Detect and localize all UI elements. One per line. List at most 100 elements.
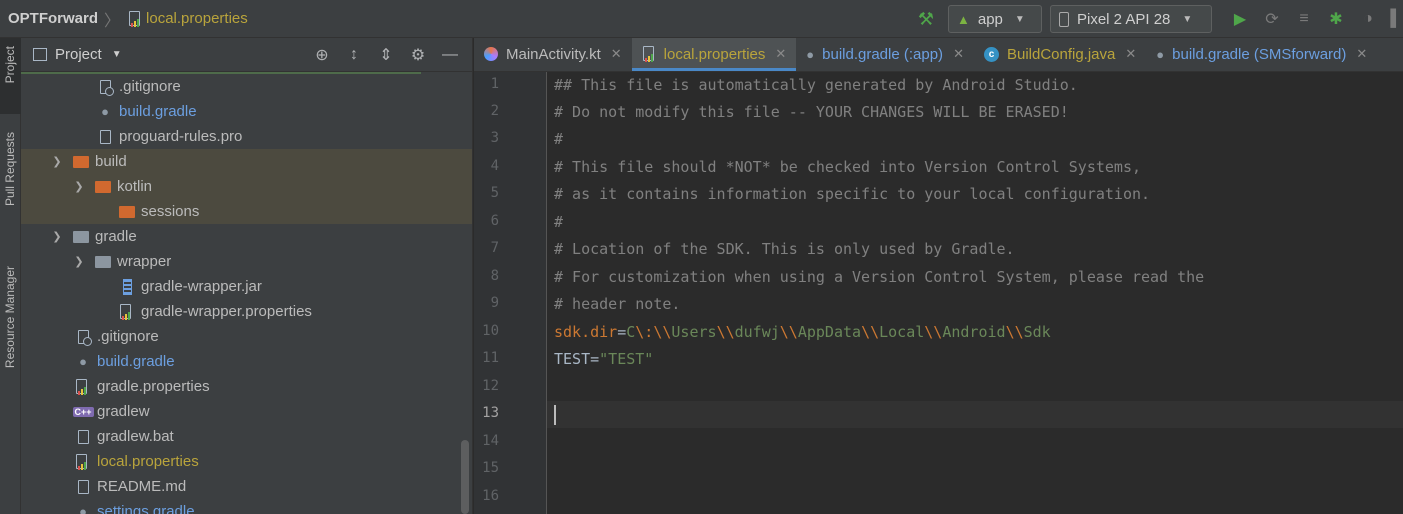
breadcrumb-file[interactable]: local.properties bbox=[146, 10, 248, 27]
editor-tab-mainactivity[interactable]: MainActivity.kt ✕ bbox=[474, 38, 632, 71]
expand-all-icon[interactable]: ↕ bbox=[338, 46, 370, 64]
chevron-down-icon[interactable]: ❯ bbox=[73, 255, 85, 268]
close-icon[interactable]: ✕ bbox=[775, 46, 786, 62]
tool-tab-pull-requests[interactable]: Pull Requests bbox=[0, 124, 21, 234]
chevron-down-icon[interactable]: ▼ bbox=[112, 49, 122, 60]
project-tree: .gitignore ● build.gradle proguard-rules… bbox=[21, 72, 472, 514]
tree-item[interactable]: gradlew.bat bbox=[21, 424, 472, 449]
text-file-icon bbox=[77, 429, 89, 444]
project-view-selector[interactable]: Project bbox=[55, 46, 102, 63]
tree-item[interactable]: gradle-wrapper.jar bbox=[21, 274, 472, 299]
tree-item[interactable]: sessions bbox=[21, 199, 472, 224]
editor-tabs: MainActivity.kt ✕ local.properties ✕ ● b… bbox=[474, 38, 1403, 72]
run-config-dropdown[interactable]: ▲ app ▼ bbox=[948, 5, 1042, 33]
apply-code-changes-icon[interactable]: ≡ bbox=[1293, 8, 1315, 30]
attach-debugger-icon[interactable]: ◑ bbox=[1357, 8, 1379, 30]
tree-item[interactable]: ● build.gradle bbox=[21, 99, 472, 124]
chevron-down-icon[interactable]: ❯ bbox=[51, 230, 63, 243]
code-line: # This file should *NOT* be checked into… bbox=[554, 158, 1141, 176]
locate-target-icon[interactable]: ⊕ bbox=[306, 45, 338, 65]
editor-tab-buildconfig[interactable]: c BuildConfig.java ✕ bbox=[974, 38, 1146, 71]
close-icon[interactable]: ✕ bbox=[1125, 46, 1136, 62]
tree-item[interactable]: proguard-rules.pro bbox=[21, 124, 472, 149]
tree-item[interactable]: .gitignore bbox=[21, 324, 472, 349]
folder-icon bbox=[119, 205, 135, 218]
tree-item[interactable]: README.md bbox=[21, 474, 472, 499]
breadcrumb-project[interactable]: OPTForward bbox=[8, 10, 98, 27]
code-line-current bbox=[547, 401, 1403, 428]
gradle-elephant-icon: ● bbox=[79, 504, 87, 514]
android-icon: ▲ bbox=[957, 11, 970, 27]
tree-item[interactable]: ❯ wrapper bbox=[21, 249, 472, 274]
tree-item[interactable]: C++ gradlew bbox=[21, 399, 472, 424]
chevron-down-icon: ▼ bbox=[1014, 13, 1025, 25]
tree-item[interactable]: local.properties bbox=[21, 449, 472, 474]
folder-icon bbox=[73, 230, 89, 243]
tool-tab-resource-manager[interactable]: Resource Manager bbox=[0, 260, 21, 406]
gitignore-icon bbox=[99, 79, 114, 96]
project-tree-scrollbar[interactable] bbox=[461, 440, 469, 514]
line-number: 8 bbox=[490, 268, 499, 284]
tool-tab-project[interactable]: Project bbox=[0, 38, 21, 114]
gradle-elephant-icon: ● bbox=[1156, 46, 1165, 62]
code-line: # bbox=[554, 213, 564, 231]
properties-file-icon bbox=[642, 46, 656, 62]
run-icon[interactable]: ▶ bbox=[1229, 8, 1251, 30]
code-line: # For customization when using a Version… bbox=[554, 268, 1205, 286]
chevron-down-icon[interactable]: ❯ bbox=[51, 155, 63, 168]
main-toolbar: ⚒ ▲ app ▼ Pixel 2 API 28 ▼ ▶ ⟳ ≡ ✱ ◑ ▌ bbox=[918, 0, 1403, 38]
code-line: ## This file is automatically generated … bbox=[554, 76, 1078, 94]
tree-item[interactable]: ❯ build bbox=[21, 149, 472, 174]
code-area[interactable]: ## This file is automatically generated … bbox=[547, 72, 1403, 514]
close-icon[interactable]: ✕ bbox=[953, 46, 964, 62]
device-dropdown[interactable]: Pixel 2 API 28 ▼ bbox=[1050, 5, 1212, 33]
project-folder-icon bbox=[33, 48, 47, 61]
tree-item[interactable]: ❯ gradle bbox=[21, 224, 472, 249]
chevron-down-icon[interactable]: ❯ bbox=[73, 180, 85, 193]
text-caret bbox=[554, 404, 556, 425]
java-class-icon: c bbox=[983, 46, 999, 62]
more-toolbar-icon[interactable]: ▌ bbox=[1389, 8, 1403, 30]
gear-icon[interactable]: ⚙ bbox=[402, 45, 434, 65]
properties-file-icon bbox=[75, 378, 91, 395]
editor-tab-local-properties[interactable]: local.properties ✕ bbox=[631, 38, 797, 71]
build-hammer-icon[interactable]: ⚒ bbox=[918, 9, 934, 30]
apply-changes-icon[interactable]: ⟳ bbox=[1261, 8, 1283, 30]
collapse-all-icon[interactable]: ⇕ bbox=[370, 45, 402, 65]
line-number: 16 bbox=[482, 488, 499, 504]
line-number: 1 bbox=[490, 76, 499, 92]
jar-file-icon bbox=[122, 278, 132, 295]
text-file-icon bbox=[99, 129, 111, 144]
phone-icon bbox=[1059, 11, 1069, 27]
editor-tab-build-gradle-smsforward[interactable]: ● build.gradle (SMSforward) ✕ bbox=[1146, 38, 1377, 71]
breadcrumb: OPTForward 〉 local.properties bbox=[0, 0, 248, 38]
project-panel-header: Project ▼ ⊕ ↕ ⇕ ⚙ — bbox=[21, 38, 472, 72]
tree-item[interactable]: .gitignore bbox=[21, 74, 472, 99]
folder-icon bbox=[95, 180, 111, 193]
line-number: 5 bbox=[490, 185, 499, 201]
line-number: 2 bbox=[490, 103, 499, 119]
code-line-sdk-dir: sdk.dir=C\:\\Users\\dufwj\\AppData\\Loca… bbox=[554, 323, 1051, 341]
tree-item[interactable]: ● build.gradle bbox=[21, 349, 472, 374]
debug-bug-icon[interactable]: ✱ bbox=[1325, 8, 1347, 30]
breadcrumb-separator-icon: 〉 bbox=[104, 12, 121, 30]
code-line: # bbox=[554, 130, 564, 148]
line-number: 7 bbox=[490, 240, 499, 256]
markdown-file-icon bbox=[77, 479, 89, 494]
tree-item[interactable]: gradle-wrapper.properties bbox=[21, 299, 472, 324]
tree-item[interactable]: gradle.properties bbox=[21, 374, 472, 399]
line-number: 12 bbox=[482, 378, 499, 394]
kotlin-file-icon bbox=[484, 47, 498, 61]
left-tool-strip: Project Pull Requests Resource Manager bbox=[0, 38, 21, 514]
close-icon[interactable]: ✕ bbox=[611, 46, 622, 62]
hide-panel-icon[interactable]: — bbox=[434, 46, 466, 64]
line-number: 3 bbox=[490, 130, 499, 146]
editor-tab-build-gradle-app[interactable]: ● build.gradle (:app) ✕ bbox=[796, 38, 974, 71]
tree-item[interactable]: ● settings.gradle bbox=[21, 499, 472, 514]
chevron-down-icon: ▼ bbox=[1182, 13, 1193, 25]
folder-icon bbox=[73, 155, 89, 168]
close-icon[interactable]: ✕ bbox=[1356, 46, 1367, 62]
tree-item[interactable]: ❯ kotlin bbox=[21, 174, 472, 199]
gradle-elephant-icon: ● bbox=[806, 46, 815, 62]
